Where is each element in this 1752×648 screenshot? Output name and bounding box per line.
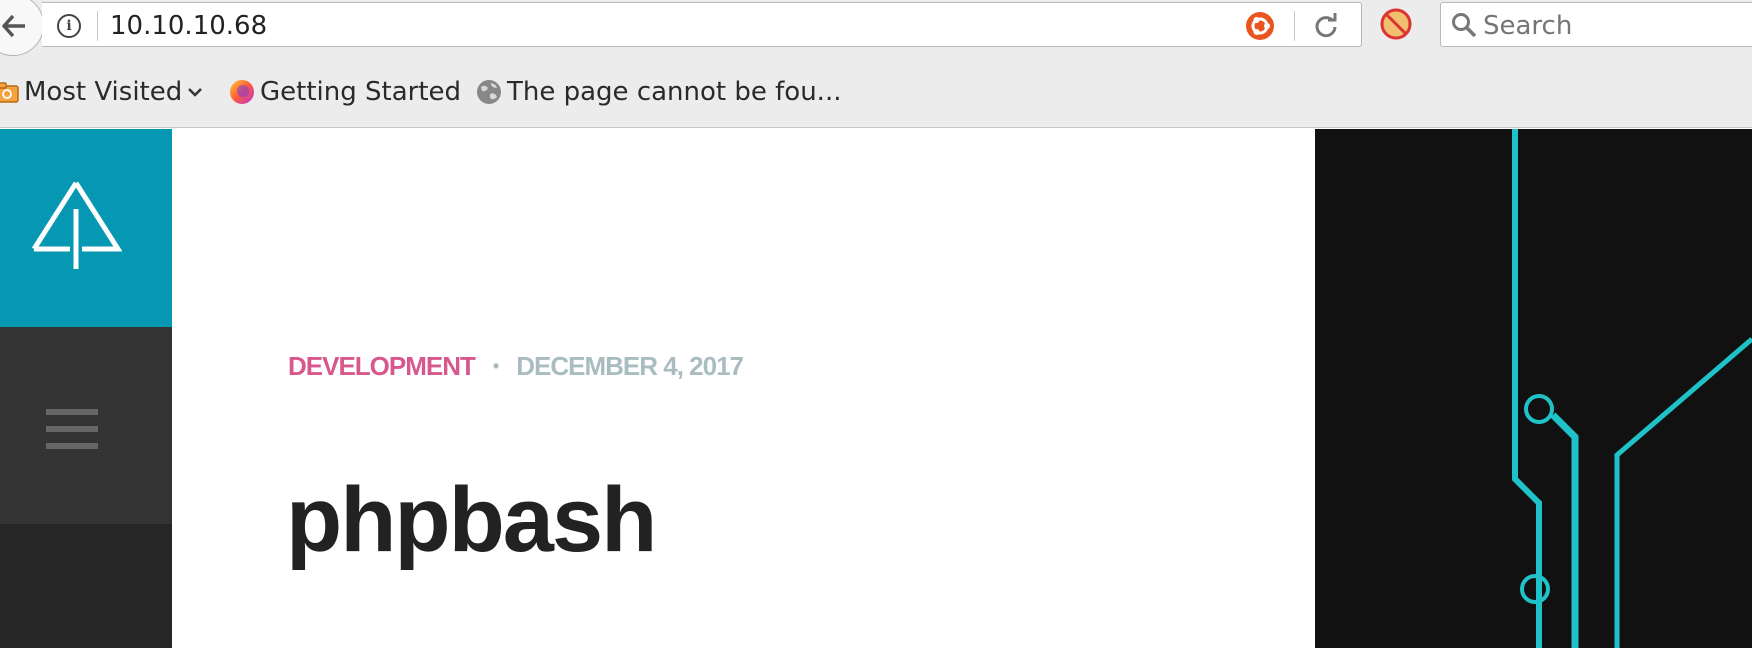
- search-bar[interactable]: [1440, 2, 1752, 47]
- browser-toolbar: i 10.10.10.68: [0, 0, 1752, 57]
- chevron-down-icon: [186, 83, 204, 101]
- bookmark-label: Most Visited: [24, 77, 183, 107]
- ubuntu-icon[interactable]: [1245, 11, 1275, 41]
- post-category-link[interactable]: DEVELOPMENT: [288, 351, 476, 382]
- url-separator: [97, 11, 98, 41]
- post-date[interactable]: DECEMBER 4, 2017: [516, 351, 744, 382]
- firefox-icon: [228, 78, 256, 106]
- url-separator: [1294, 11, 1295, 41]
- bookmark-label: The page cannot be fou...: [507, 77, 842, 107]
- bookmark-getting-started[interactable]: Getting Started: [228, 75, 461, 109]
- back-arrow-icon: [2, 14, 25, 38]
- logo-icon: [31, 181, 122, 269]
- search-input[interactable]: [1483, 11, 1743, 41]
- site-logo-panel[interactable]: [0, 129, 172, 327]
- globe-icon: [475, 78, 503, 106]
- bookmark-most-visited[interactable]: Most Visited: [0, 75, 204, 109]
- bookmarks-toolbar: Most Visited Getting Started The page ca…: [0, 57, 1752, 128]
- info-icon[interactable]: i: [57, 14, 81, 38]
- sidebar-footer: [0, 524, 172, 648]
- bookmark-page-not-found[interactable]: The page cannot be fou...: [475, 75, 841, 109]
- post-title: phpbash: [286, 469, 657, 571]
- url-bar[interactable]: i 10.10.10.68: [42, 2, 1362, 47]
- url-text[interactable]: 10.10.10.68: [110, 11, 267, 41]
- menu-toggle[interactable]: [0, 327, 172, 524]
- hamburger-menu-icon: [46, 409, 98, 449]
- back-button[interactable]: [0, 0, 44, 56]
- post-meta: DEVELOPMENT • DECEMBER 4, 2017: [288, 351, 744, 382]
- meta-separator: •: [492, 356, 499, 376]
- hero-image: [1315, 129, 1752, 648]
- circuit-graphic: [1512, 129, 1752, 648]
- bookmark-label: Getting Started: [260, 77, 462, 107]
- reload-icon[interactable]: [1312, 12, 1340, 40]
- article-content: DEVELOPMENT • DECEMBER 4, 2017 phpbash: [172, 129, 1315, 648]
- folder-icon: [0, 79, 20, 105]
- blocker-icon[interactable]: [1380, 8, 1412, 40]
- search-icon: [1452, 13, 1477, 38]
